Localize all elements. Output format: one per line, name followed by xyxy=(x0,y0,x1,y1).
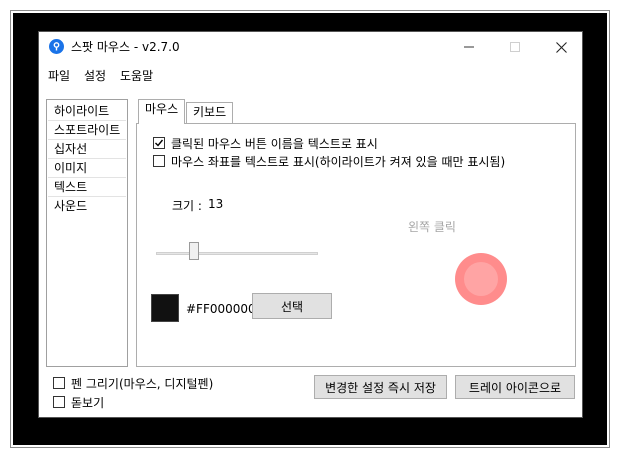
window-title: 스팟 마우스 - v2.7.0 xyxy=(71,40,180,54)
list-item-image[interactable]: 이미지 xyxy=(54,159,87,177)
show-click-name-label: 클릭된 마우스 버튼 이름을 텍스트로 표시 xyxy=(171,137,378,151)
color-swatch[interactable] xyxy=(151,294,179,322)
menu-settings[interactable]: 설정 xyxy=(84,67,106,84)
menu-bar: 파일 설정 도움말 xyxy=(39,64,582,86)
menu-file[interactable]: 파일 xyxy=(48,67,70,84)
size-label: 크기 : xyxy=(172,199,202,213)
checkmark-icon xyxy=(155,139,164,147)
minimize-icon xyxy=(464,46,474,48)
magnifier-label: 돋보기 xyxy=(71,396,105,410)
select-color-button[interactable]: 선택 xyxy=(252,293,332,319)
list-item-crosshair[interactable]: 십자선 xyxy=(54,140,87,158)
save-settings-button[interactable]: 변경한 설정 즉시 저장 xyxy=(314,375,447,399)
size-slider-thumb[interactable] xyxy=(189,242,200,260)
settings-tab-area: 마우스 키보드 클릭된 마우스 버튼 이름을 텍스트로 표시 마우스 좌표를 텍… xyxy=(136,99,576,367)
list-item-sound[interactable]: 사운드 xyxy=(54,197,87,215)
click-preview-circle xyxy=(455,253,507,305)
minimize-button[interactable] xyxy=(446,32,492,62)
show-click-name-checkbox[interactable] xyxy=(153,137,165,149)
list-item-text[interactable]: 텍스트 xyxy=(54,178,87,196)
tab-panel-mouse: 클릭된 마우스 버튼 이름을 텍스트로 표시 마우스 좌표를 텍스트로 표시(하… xyxy=(136,123,576,367)
tab-keyboard[interactable]: 키보드 xyxy=(186,102,234,123)
tray-icon-button[interactable]: 트레이 아이콘으로 xyxy=(455,375,575,399)
tab-mouse[interactable]: 마우스 xyxy=(138,99,186,124)
app-icon xyxy=(49,39,64,54)
pen-draw-label: 펜 그리기(마우스, 디지털펜) xyxy=(71,377,214,391)
size-value: 13 xyxy=(208,197,224,211)
feature-list[interactable]: 하이라이트 스포트라이트 십자선 이미지 텍스트 사운드 xyxy=(46,99,128,367)
color-hex-value: #FF000000 xyxy=(186,302,256,316)
list-item-highlight[interactable]: 하이라이트 xyxy=(54,102,109,120)
maximize-button[interactable] xyxy=(492,32,538,62)
pen-draw-checkbox[interactable] xyxy=(53,377,65,389)
close-icon xyxy=(555,41,567,53)
maximize-icon xyxy=(510,42,520,52)
magnifier-checkbox[interactable] xyxy=(53,396,65,408)
app-window: 스팟 마우스 - v2.7.0 파일 설정 도움말 하이라이트 스포트라이트 십… xyxy=(38,31,583,418)
show-coords-checkbox[interactable] xyxy=(153,155,165,167)
size-slider-track[interactable] xyxy=(156,252,318,255)
close-button[interactable] xyxy=(538,32,584,62)
list-item-spotlight[interactable]: 스포트라이트 xyxy=(54,121,120,139)
show-coords-label: 마우스 좌표를 텍스트로 표시(하이라이트가 켜져 있을 때만 표시됨) xyxy=(171,155,506,169)
menu-help[interactable]: 도움말 xyxy=(120,67,153,84)
title-bar: 스팟 마우스 - v2.7.0 xyxy=(39,32,582,62)
click-preview-text: 왼쪽 클릭 xyxy=(408,220,456,234)
